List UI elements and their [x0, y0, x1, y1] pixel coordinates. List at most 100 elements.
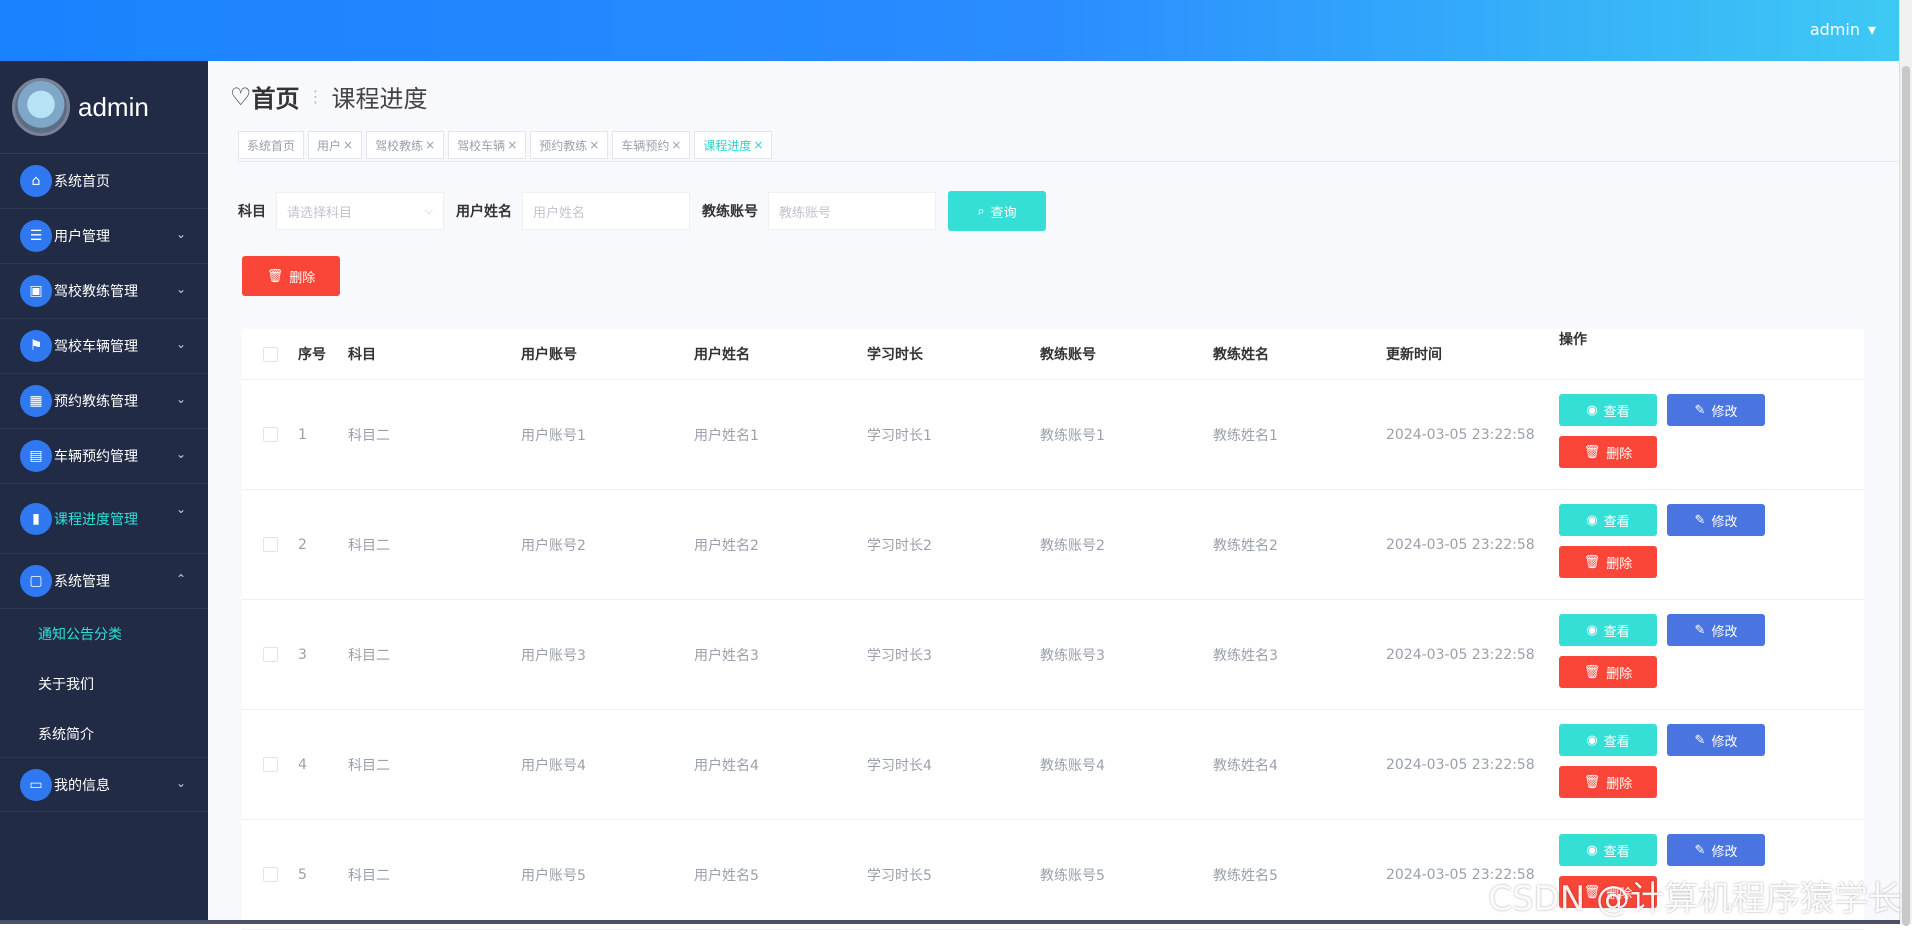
tab-4[interactable]: 驾校车辆 × [448, 131, 527, 159]
delete-button[interactable]: 🗑 删除 [1559, 436, 1657, 468]
sidebar-item-5[interactable]: ▦ 预约教练管理 ⌄ [0, 374, 208, 429]
close-icon[interactable]: × [589, 138, 599, 152]
table-cell: 学习时长4 [867, 757, 932, 774]
table-cell: 4 [298, 756, 307, 773]
table-cell: 教练账号1 [1040, 427, 1105, 444]
subject-select[interactable]: 请选择科目 ⌵ [276, 192, 444, 230]
watermark: CSDN @计算机程序猿学长 [1488, 879, 1902, 919]
tab-2[interactable]: 用户 × [308, 131, 363, 159]
delete-button[interactable]: 🗑 删除 [1559, 656, 1657, 688]
home-icon: ⌂ [20, 165, 52, 197]
table-cell: 教练姓名2 [1213, 537, 1278, 554]
table-cell: 用户账号1 [521, 427, 586, 444]
table-cell: 5 [298, 866, 307, 883]
breadcrumb-home[interactable]: 首页 [252, 79, 300, 114]
row-actions: ◉ 查看 ✎ 修改 🗑 删除 [1559, 380, 1859, 489]
tab-label: 用户 [317, 138, 342, 153]
edit-button[interactable]: ✎ 修改 [1667, 504, 1765, 536]
table-cell: 用户账号4 [521, 757, 586, 774]
sidebar-item-2[interactable]: ☰ 用户管理 ⌄ [0, 209, 208, 264]
sidebar-item-3[interactable]: ▣ 驾校教练管理 ⌄ [0, 264, 208, 319]
tab-5[interactable]: 预约教练 × [530, 131, 609, 159]
edit-button[interactable]: ✎ 修改 [1667, 724, 1765, 756]
row-checkbox[interactable] [262, 757, 278, 772]
trash-icon: 🗑 [1583, 664, 1601, 680]
close-icon[interactable]: × [507, 138, 517, 152]
row-checkbox[interactable] [262, 867, 278, 882]
sidebar-item-4[interactable]: ⚑ 驾校车辆管理 ⌄ [0, 319, 208, 374]
bottom-strip [0, 920, 1900, 924]
row-actions: ◉ 查看 ✎ 修改 🗑 删除 [1559, 490, 1859, 599]
edit-icon: ✎ [1694, 512, 1706, 528]
sidebar-item-label: 驾校教练管理 [54, 284, 138, 300]
table-cell: 用户账号3 [521, 647, 586, 664]
table-cell: 教练姓名1 [1213, 427, 1278, 444]
data-table: 序号 科目 用户账号 用户姓名 学习时长 教练账号 教练姓名 更新时间 操作 1 科目二 用户账号1… [242, 329, 1864, 930]
user-menu[interactable]: admin ▾ [1810, 20, 1876, 39]
sidebar: admin ⌂ 系统首页 ☰ 用户管理 ⌄ ▣ 驾校教练管理 ⌄ ⚑ 驾校车辆管理 ⌄ ▦ 预约教练管理… [0, 61, 208, 924]
card-icon: ▭ [20, 768, 52, 801]
query-button[interactable]: ⌕ 查询 [948, 191, 1046, 231]
sidebar-item-7[interactable]: ▮ 课程进度管理 ⌄ [0, 484, 208, 554]
select-all-cell [242, 346, 298, 362]
tab-7[interactable]: 课程进度 × [694, 131, 773, 159]
select-all-checkbox[interactable] [262, 346, 278, 362]
sidebar-item-6[interactable]: ▤ 车辆预约管理 ⌄ [0, 429, 208, 484]
trash-icon: 🗑 [266, 268, 284, 284]
row-checkbox[interactable] [262, 427, 278, 442]
submenu-item-2[interactable]: 关于我们 [0, 659, 208, 709]
table-body: 1 科目二 用户账号1 用户姓名1 学习时长1 教练账号1 教练姓名1 2024-03-05 … [242, 380, 1864, 930]
sidebar-item-label: 驾校车辆管理 [54, 339, 138, 355]
tab-label: 驾校教练 [375, 138, 424, 153]
view-button[interactable]: ◉ 查看 [1559, 834, 1657, 866]
breadcrumb-separator: ⋮ [307, 87, 324, 106]
submenu-item-1[interactable]: 通知公告分类 [0, 609, 208, 659]
chevron-down-icon: ⌵ [424, 204, 433, 217]
coach-account-input[interactable]: 教练账号 [768, 192, 936, 230]
edit-button[interactable]: ✎ 修改 [1667, 834, 1765, 866]
edit-icon: ✎ [1694, 842, 1706, 858]
sidebar-item-1[interactable]: ⌂ 系统首页 [0, 154, 208, 209]
close-icon[interactable]: × [425, 138, 435, 152]
view-button[interactable]: ◉ 查看 [1559, 614, 1657, 646]
view-button[interactable]: ◉ 查看 [1559, 724, 1657, 756]
batch-delete-button[interactable]: 🗑 删除 [242, 256, 340, 296]
coach-label: 教练账号 [702, 204, 758, 220]
edit-button[interactable]: ✎ 修改 [1667, 394, 1765, 426]
scrollbar-thumb[interactable] [1902, 66, 1910, 926]
sidebar-brand: admin [0, 61, 208, 154]
tab-label: 课程进度 [703, 138, 752, 153]
row-checkbox[interactable] [262, 647, 278, 662]
tab-6[interactable]: 车辆预约 × [612, 131, 691, 159]
username-input[interactable]: 用户姓名 [522, 192, 690, 230]
sidebar-item-label: 系统管理 [54, 574, 110, 590]
close-icon[interactable]: × [671, 138, 681, 152]
row-checkbox[interactable] [262, 537, 278, 552]
edit-icon: ✎ [1694, 732, 1706, 748]
table-cell: 用户账号5 [521, 867, 586, 884]
delete-button[interactable]: 🗑 删除 [1559, 546, 1657, 578]
close-icon[interactable]: × [753, 138, 763, 152]
row-select-cell [242, 647, 298, 662]
chevron-down-icon: ⌄ [175, 447, 186, 461]
view-button[interactable]: ◉ 查看 [1559, 394, 1657, 426]
sidebar-item-my-info[interactable]: ▭ 我的信息 ⌄ [0, 757, 208, 812]
view-button[interactable]: ◉ 查看 [1559, 504, 1657, 536]
sidebar-item-8[interactable]: ▢ 系统管理 ⌃ [0, 554, 208, 609]
column-header: 学习时长 [867, 347, 923, 363]
table-cell: 3 [298, 646, 307, 663]
close-icon[interactable]: × [343, 138, 353, 152]
view-label: 查看 [1603, 404, 1630, 420]
tab-3[interactable]: 驾校教练 × [366, 131, 445, 159]
delete-button[interactable]: 🗑 删除 [1559, 766, 1657, 798]
edit-button[interactable]: ✎ 修改 [1667, 614, 1765, 646]
tab-1[interactable]: 系统首页 [238, 131, 305, 159]
list-icon: ☰ [20, 220, 52, 252]
breadcrumb-current: 课程进度 [331, 85, 428, 113]
row-select-cell [242, 537, 298, 552]
page-scrollbar[interactable] [1899, 0, 1912, 926]
submenu-item-3[interactable]: 系统简介 [0, 709, 208, 759]
table-cell: 科目二 [348, 647, 390, 664]
sidebar-item-label: 车辆预约管理 [54, 449, 138, 465]
table-header: 序号 科目 用户账号 用户姓名 学习时长 教练账号 教练姓名 更新时间 操作 [242, 329, 1864, 380]
